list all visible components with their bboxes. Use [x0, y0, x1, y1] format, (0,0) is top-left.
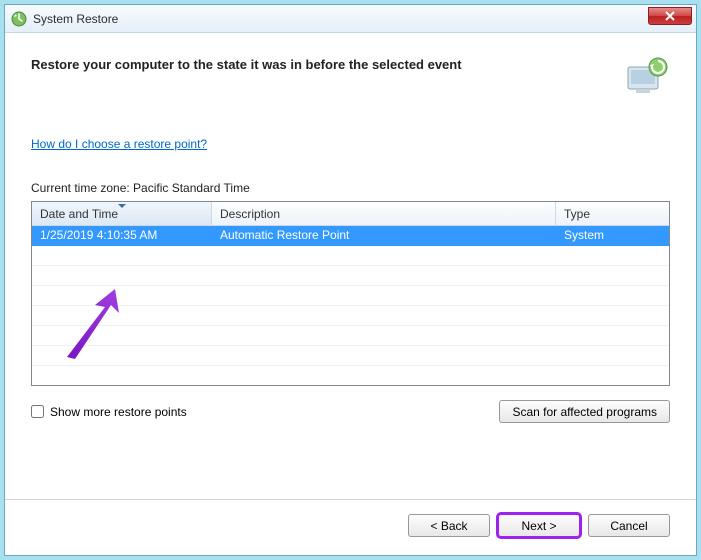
empty-row	[32, 306, 669, 326]
column-date[interactable]: Date and Time	[32, 202, 212, 225]
cell-type: System	[556, 226, 669, 246]
scan-affected-button[interactable]: Scan for affected programs	[499, 400, 670, 423]
system-restore-icon	[11, 11, 27, 27]
restore-points-list[interactable]: Date and Time Description Type 1/25/2019…	[31, 201, 670, 386]
column-description[interactable]: Description	[212, 202, 556, 225]
empty-row	[32, 286, 669, 306]
show-more-checkbox-input[interactable]	[31, 405, 44, 418]
back-button[interactable]: < Back	[408, 514, 490, 537]
empty-row	[32, 346, 669, 366]
restore-hero-icon	[622, 53, 670, 101]
table-row[interactable]: 1/25/2019 4:10:35 AM Automatic Restore P…	[32, 226, 669, 246]
help-link[interactable]: How do I choose a restore point?	[31, 137, 670, 151]
show-more-checkbox[interactable]: Show more restore points	[31, 405, 187, 419]
next-button[interactable]: Next >	[498, 514, 580, 537]
timezone-label: Current time zone: Pacific Standard Time	[31, 181, 670, 195]
window-title: System Restore	[33, 12, 118, 26]
empty-row	[32, 246, 669, 266]
close-button[interactable]	[648, 7, 692, 25]
titlebar[interactable]: System Restore	[5, 5, 696, 33]
list-header: Date and Time Description Type	[32, 202, 669, 226]
wizard-footer: < Back Next > Cancel	[5, 499, 696, 555]
cancel-button[interactable]: Cancel	[588, 514, 670, 537]
empty-row	[32, 326, 669, 346]
content-area: Restore your computer to the state it wa…	[5, 33, 696, 499]
empty-row	[32, 366, 669, 385]
page-heading: Restore your computer to the state it wa…	[31, 53, 622, 72]
cell-date: 1/25/2019 4:10:35 AM	[32, 226, 212, 246]
list-body: 1/25/2019 4:10:35 AM Automatic Restore P…	[32, 226, 669, 385]
empty-row	[32, 266, 669, 286]
show-more-label: Show more restore points	[50, 405, 187, 419]
window-frame: System Restore Restore your computer to …	[4, 4, 697, 556]
cell-description: Automatic Restore Point	[212, 226, 556, 246]
column-type[interactable]: Type	[556, 202, 669, 225]
